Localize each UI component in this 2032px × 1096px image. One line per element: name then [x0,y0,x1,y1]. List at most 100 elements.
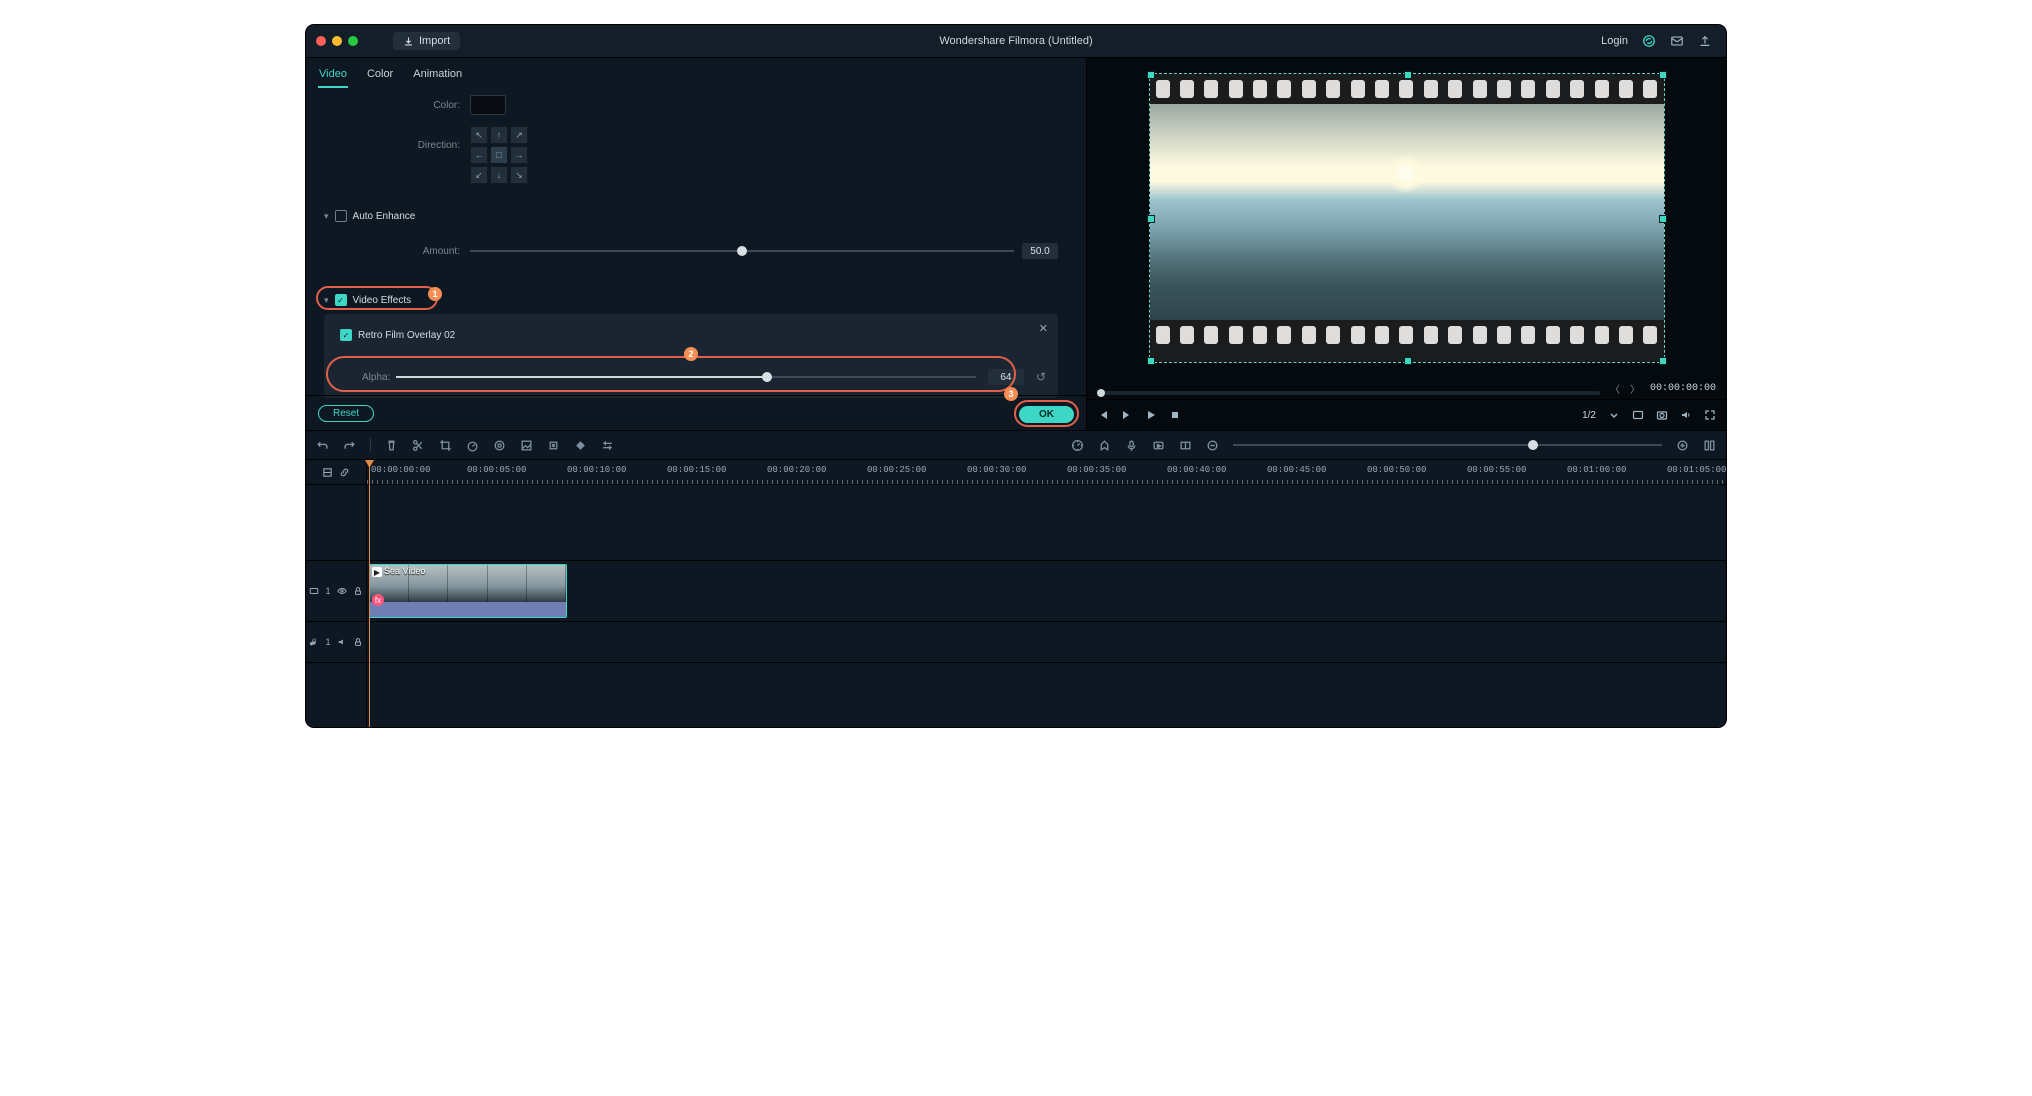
direction-e[interactable]: → [510,146,528,164]
direction-sw[interactable]: ↙ [470,166,488,184]
delete-icon[interactable] [385,439,398,452]
callout-badge-2: 2 [684,347,698,361]
voiceover-icon[interactable] [1125,439,1138,452]
direction-nw[interactable]: ↖ [470,126,488,144]
chevron-down-icon[interactable]: ▾ [324,211,329,222]
zoom-out-icon[interactable] [1206,439,1219,452]
split-icon[interactable] [412,439,425,452]
preview-viewport [1087,58,1726,377]
video-effects-checkbox[interactable]: ✓ [335,294,347,306]
inspector-tabs: Video Color Animation [306,58,1086,88]
adjust-icon[interactable] [601,439,614,452]
preview-scrubber[interactable]: 〈 〉 00:00:00:00 [1087,377,1726,399]
mail-icon[interactable] [1670,34,1684,48]
snapshot-icon[interactable] [1656,409,1668,421]
auto-enhance-title: Auto Enhance [353,211,416,222]
video-clip[interactable]: ▶ Sea Video fx [369,564,567,618]
audio-track-1[interactable] [367,622,1726,663]
login-button[interactable]: Login [1601,35,1628,47]
motion-tracking-icon[interactable] [547,439,560,452]
zoom-ratio[interactable]: 1/2 [1582,410,1596,421]
fullscreen-icon[interactable] [1704,409,1716,421]
reset-button[interactable]: Reset [318,405,374,422]
timeline-toolbar [306,431,1726,460]
reset-alpha-icon[interactable]: ↺ [1036,370,1046,384]
close-window-button[interactable] [316,36,326,46]
ruler-mark: 00:00:05:00 [467,465,526,475]
render-icon[interactable] [1152,439,1165,452]
direction-w[interactable]: ← [470,146,488,164]
clip-effect-badge[interactable]: fx [372,594,384,606]
speaker-icon[interactable] [337,637,347,647]
quality-icon[interactable] [1632,409,1644,421]
color-swatch[interactable] [470,95,506,115]
play-icon[interactable] [1145,409,1157,421]
tab-video[interactable]: Video [318,64,348,88]
undo-icon[interactable] [316,439,329,452]
zoom-in-icon[interactable] [1676,439,1689,452]
chevron-down-icon[interactable] [1608,409,1620,421]
volume-icon[interactable] [1680,409,1692,421]
lock-icon[interactable] [353,637,363,647]
direction-n[interactable]: ↑ [490,126,508,144]
ruler-mark: 00:00:15:00 [667,465,726,475]
crop-icon[interactable] [439,439,452,452]
alpha-slider[interactable] [396,371,976,383]
mixer-icon[interactable] [1071,439,1084,452]
import-button[interactable]: Import [393,32,460,50]
direction-center[interactable]: □ [490,146,508,164]
lock-icon[interactable] [353,586,363,596]
time-ruler[interactable]: 00:00:00:00 00:00:05:00 00:00:10:00 00:0… [367,460,1726,485]
marker-icon[interactable] [1098,439,1111,452]
prev-frame-icon[interactable] [1097,409,1109,421]
inspector-footer: Reset 3 OK [306,395,1086,430]
direction-s[interactable]: ↓ [490,166,508,184]
export-icon[interactable] [1698,34,1712,48]
direction-se[interactable]: ↘ [510,166,528,184]
inspector-panel: Video Color Animation Color: Direction: … [306,58,1087,430]
tab-animation[interactable]: Animation [412,64,463,88]
tab-color[interactable]: Color [366,64,394,88]
direction-ne[interactable]: ↗ [510,126,528,144]
effect-enable-checkbox[interactable]: ✓ [340,329,352,341]
film-overlay [1150,74,1664,362]
ruler-mark: 00:01:05:00 [1667,465,1726,475]
empty-track[interactable] [367,485,1726,561]
zoom-slider[interactable] [1233,439,1662,451]
next-frame-icon[interactable] [1121,409,1133,421]
amount-value[interactable]: 50.0 [1022,243,1058,259]
clip-play-icon: ▶ [372,567,382,577]
color-icon[interactable] [493,439,506,452]
video-track-header: 1 [306,561,366,622]
track-manage-icon[interactable] [322,467,333,478]
timeline-tracks[interactable]: 00:00:00:00 00:00:05:00 00:00:10:00 00:0… [367,460,1726,727]
eye-icon[interactable] [337,586,347,596]
remove-effect-button[interactable]: ✕ [1039,322,1048,335]
cloud-sync-icon[interactable] [1642,34,1656,48]
empty-track-2[interactable] [367,663,1726,727]
chevron-down-icon[interactable]: ▾ [324,295,329,306]
preview-frame[interactable] [1149,73,1665,363]
ruler-mark: 00:00:45:00 [1267,465,1326,475]
ok-button[interactable]: OK [1019,406,1074,423]
alpha-value[interactable]: 64 [988,369,1024,385]
stop-icon[interactable] [1169,409,1181,421]
audio-track-header: 1 [306,622,366,663]
zoom-window-button[interactable] [348,36,358,46]
zoom-fit-icon[interactable] [1703,439,1716,452]
amount-slider[interactable] [470,245,1014,257]
amount-label: Amount: [350,246,470,257]
link-icon[interactable] [339,467,350,478]
video-track-1[interactable]: ▶ Sea Video fx [367,561,1726,622]
minimize-window-button[interactable] [332,36,342,46]
green-screen-icon[interactable] [520,439,533,452]
auto-enhance-checkbox[interactable] [335,210,347,222]
direction-grid: ↖ ↑ ↗ ← □ → ↙ ↓ ↘ [470,126,528,184]
keyframe-icon[interactable] [574,439,587,452]
titlebar: Import Wondershare Filmora (Untitled) Lo… [306,25,1726,58]
redo-icon[interactable] [343,439,356,452]
audio-track-icon [309,637,319,647]
snap-icon[interactable] [1179,439,1192,452]
playhead[interactable] [369,460,370,727]
speed-icon[interactable] [466,439,479,452]
